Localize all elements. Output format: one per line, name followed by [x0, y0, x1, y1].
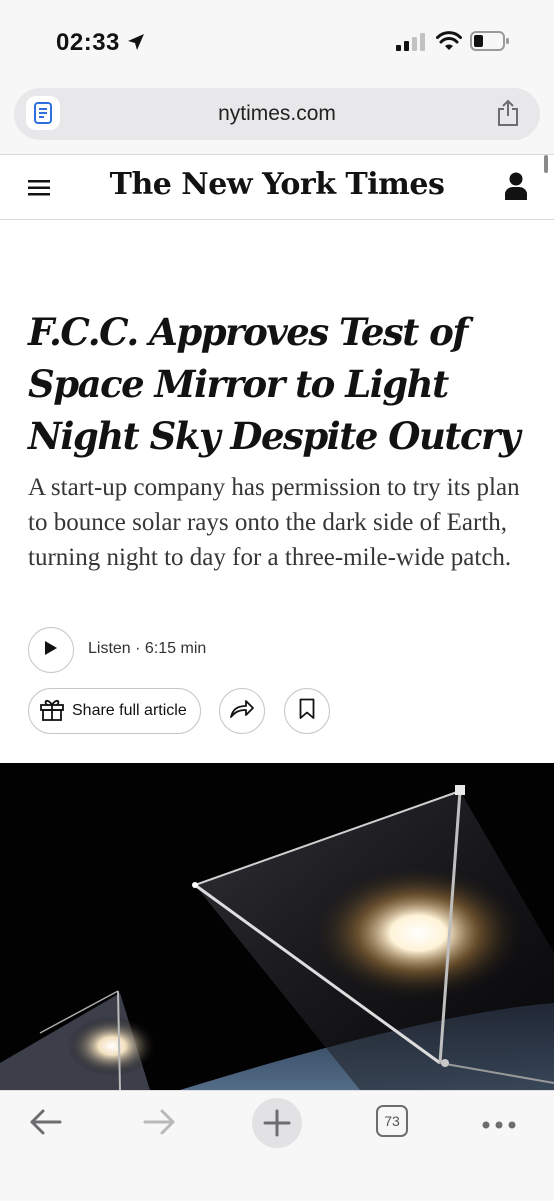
site-logo[interactable]: The New York Times — [0, 167, 554, 202]
more-icon[interactable] — [482, 1117, 516, 1135]
site-header: The New York Times — [0, 155, 554, 220]
browser-toolbar: 73 — [0, 1090, 554, 1201]
browser-address-area: nytimes.com — [0, 84, 554, 155]
share-icon[interactable] — [496, 99, 520, 132]
space-mirror-illustration — [0, 763, 554, 1090]
share-full-article-label: Share full article — [72, 702, 187, 719]
address-bar[interactable]: nytimes.com — [14, 88, 540, 140]
wifi-icon — [436, 30, 462, 57]
back-icon[interactable] — [28, 1107, 62, 1142]
new-tab-icon[interactable] — [251, 1097, 303, 1154]
location-arrow-icon — [126, 32, 146, 57]
status-time: 02:33 — [56, 29, 120, 56]
listen-label[interactable]: Listen · 6:15 min — [88, 640, 206, 658]
account-icon[interactable] — [504, 171, 528, 206]
bookmark-button[interactable] — [284, 688, 330, 734]
listen-button[interactable] — [28, 627, 74, 673]
article-summary: A start-up company has permission to try… — [28, 474, 520, 571]
article-headline: F.C.C. Approves Test of Space Mirror to … — [28, 310, 521, 458]
article-hero-image — [0, 763, 554, 1090]
battery-icon — [470, 31, 510, 56]
tab-count-button[interactable]: 73 — [376, 1105, 408, 1137]
status-bar: 02:33 — [0, 0, 554, 84]
share-button[interactable] — [219, 688, 265, 734]
forward-share-icon — [229, 699, 255, 724]
play-icon — [44, 640, 58, 661]
share-full-article-button[interactable]: Share full article — [28, 688, 201, 734]
url-text[interactable]: nytimes.com — [14, 102, 540, 126]
bookmark-icon — [299, 698, 315, 725]
scrollbar[interactable] — [544, 155, 548, 173]
gift-icon — [39, 696, 65, 727]
forward-icon[interactable] — [143, 1107, 177, 1142]
signal-icon — [396, 33, 426, 56]
